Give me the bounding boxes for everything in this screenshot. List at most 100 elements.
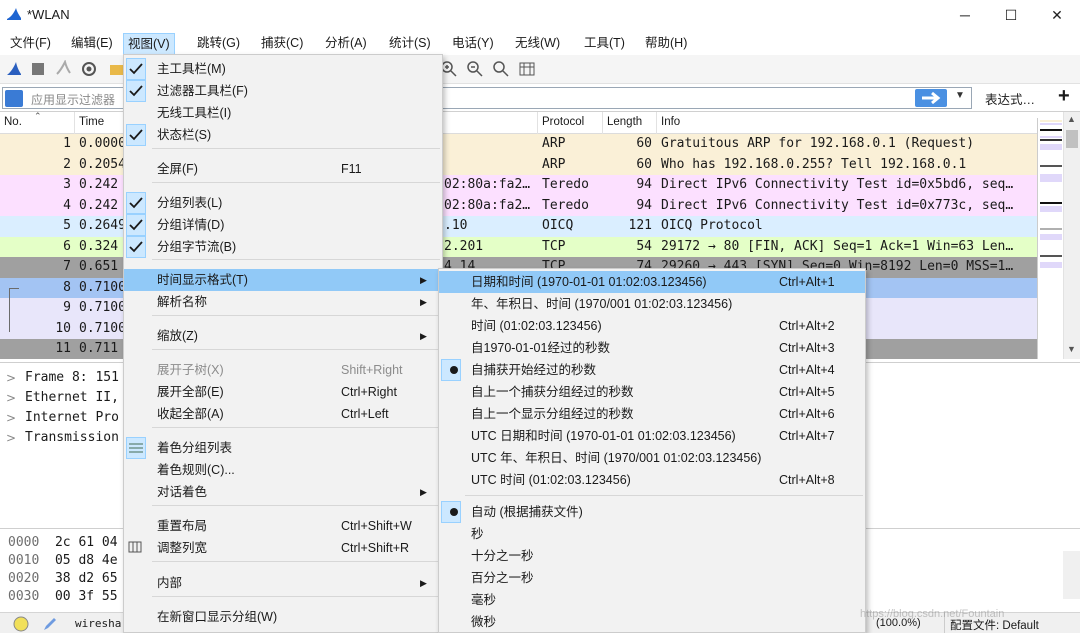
bytes-row[interactable]: 0010 05 d8 4e bbox=[8, 552, 118, 570]
view-menu-item[interactable]: 展开子树(X) Shift+Right bbox=[124, 359, 442, 381]
column-separator[interactable] bbox=[74, 112, 75, 134]
view-menu-item[interactable]: 缩放(Z) ▶ bbox=[124, 325, 442, 347]
time-format-option[interactable]: UTC 日期和时间 (1970-01-01 01:02:03.123456) Ct… bbox=[439, 425, 865, 447]
column-separator[interactable] bbox=[656, 112, 657, 134]
view-menu-item[interactable]: 对话着色 ▶ bbox=[124, 481, 442, 503]
bytes-row[interactable]: 0020 38 d2 65 bbox=[8, 570, 118, 588]
column-header-length[interactable]: Length bbox=[607, 116, 642, 128]
menu-help[interactable]: 帮助(H) bbox=[641, 33, 691, 55]
minimap-stripe bbox=[1040, 120, 1062, 122]
view-menu-item[interactable]: 无线工具栏(I) bbox=[124, 102, 442, 124]
menu-wireless[interactable]: 无线(W) bbox=[511, 33, 564, 55]
minimize-button[interactable]: ─ bbox=[942, 0, 988, 30]
apply-filter-arrow-icon[interactable] bbox=[915, 89, 947, 107]
view-menu-item[interactable]: 在新窗口显示分组(W) bbox=[124, 606, 442, 628]
expand-caret-icon[interactable]: > bbox=[6, 428, 16, 448]
time-format-option[interactable]: UTC 年、年积日、时间 (1970/001 01:02:03.123456) bbox=[439, 447, 865, 469]
menu-tools[interactable]: 工具(T) bbox=[580, 33, 629, 55]
view-menu-item[interactable]: 全屏(F) F11 bbox=[124, 158, 442, 180]
cell-time: 0.711 bbox=[79, 341, 119, 356]
filter-history-dropdown-icon[interactable]: ▼ bbox=[955, 90, 965, 101]
expression-button[interactable]: 表达式… bbox=[985, 89, 1035, 108]
scroll-down-icon[interactable]: ▼ bbox=[1067, 344, 1076, 354]
time-format-option[interactable]: 微秒 bbox=[439, 611, 865, 632]
menu-statistics[interactable]: 统计(S) bbox=[385, 33, 435, 55]
cell-length: 94 bbox=[636, 177, 652, 192]
capture-options-icon[interactable] bbox=[80, 60, 98, 78]
packet-list-scrollbar[interactable]: ▲ ▼ bbox=[1063, 112, 1080, 359]
cell-time: 0.0000 bbox=[79, 136, 126, 151]
time-format-option[interactable]: 日期和时间 (1970-01-01 01:02:03.123456) Ctrl+A… bbox=[439, 271, 865, 293]
view-menu-item[interactable]: 分组字节流(B) bbox=[124, 236, 442, 258]
scrollbar-thumb[interactable] bbox=[1066, 130, 1078, 148]
packet-minimap[interactable] bbox=[1037, 118, 1063, 359]
stop-capture-icon[interactable] bbox=[29, 60, 47, 78]
minimap-stripe bbox=[1040, 227, 1062, 230]
menu-go[interactable]: 跳转(G) bbox=[193, 33, 244, 55]
view-menu-item[interactable]: 状态栏(S) bbox=[124, 124, 442, 146]
time-format-option[interactable]: 自上一个显示分组经过的秒数 Ctrl+Alt+6 bbox=[439, 403, 865, 425]
column-header-time[interactable]: Time bbox=[79, 116, 104, 128]
menu-item-shortcut: Ctrl+Alt+8 bbox=[779, 473, 835, 487]
menu-edit[interactable]: 编辑(E) bbox=[67, 33, 117, 55]
zoom-out-icon[interactable] bbox=[466, 60, 484, 78]
view-menu-item[interactable]: 分组列表(L) bbox=[124, 192, 442, 214]
view-menu-item[interactable]: 调整列宽 Ctrl+Shift+R bbox=[124, 537, 442, 559]
add-filter-button[interactable]: + bbox=[1058, 85, 1070, 108]
menu-capture[interactable]: 捕获(C) bbox=[257, 33, 307, 55]
time-format-option[interactable]: 时间 (01:02:03.123456) Ctrl+Alt+2 bbox=[439, 315, 865, 337]
resize-columns-icon[interactable] bbox=[518, 60, 536, 78]
restart-capture-icon[interactable] bbox=[54, 60, 72, 78]
time-format-option[interactable]: UTC 时间 (01:02:03.123456) Ctrl+Alt+8 bbox=[439, 469, 865, 491]
maximize-button[interactable]: ☐ bbox=[988, 0, 1034, 30]
menu-item-shortcut: F11 bbox=[341, 162, 362, 176]
view-menu-item[interactable]: 分组详情(D) bbox=[124, 214, 442, 236]
view-menu-item[interactable]: 解析名称 ▶ bbox=[124, 291, 442, 313]
column-header-no[interactable]: No. bbox=[4, 116, 22, 128]
view-menu-item[interactable]: 着色规则(C)... bbox=[124, 459, 442, 481]
scroll-up-icon[interactable]: ▲ bbox=[1067, 114, 1076, 124]
view-menu-item[interactable]: 着色分组列表 bbox=[124, 437, 442, 459]
wireshark-fin-icon bbox=[7, 8, 21, 20]
column-separator[interactable] bbox=[602, 112, 603, 134]
column-header-protocol[interactable]: Protocol bbox=[542, 116, 584, 128]
close-button[interactable]: ✕ bbox=[1034, 0, 1080, 30]
cell-no: 3 bbox=[63, 177, 71, 192]
menu-file[interactable]: 文件(F) bbox=[6, 33, 55, 55]
view-menu-item[interactable]: 收起全部(A) Ctrl+Left bbox=[124, 403, 442, 425]
time-format-option[interactable]: 年、年积日、时间 (1970/001 01:02:03.123456) bbox=[439, 293, 865, 315]
bytes-row[interactable]: 0030 00 3f 55 bbox=[8, 588, 118, 606]
bookmark-icon[interactable] bbox=[5, 90, 23, 107]
bytes-row[interactable]: 0000 2c 61 04 bbox=[8, 534, 118, 552]
cell-no: 7 bbox=[63, 259, 71, 274]
time-format-option[interactable]: 自1970-01-01经过的秒数 Ctrl+Alt+3 bbox=[439, 337, 865, 359]
menu-item-shortcut: Ctrl+Alt+5 bbox=[779, 385, 835, 399]
view-menu-item[interactable]: 过滤器工具栏(F) bbox=[124, 80, 442, 102]
time-format-option[interactable]: 自捕获开始经过的秒数 Ctrl+Alt+4 bbox=[439, 359, 865, 381]
edit-comment-icon[interactable] bbox=[42, 616, 58, 632]
menu-telephony[interactable]: 电话(Y) bbox=[448, 33, 498, 55]
expand-caret-icon[interactable]: > bbox=[6, 408, 16, 428]
menu-analyze[interactable]: 分析(A) bbox=[321, 33, 371, 55]
expand-caret-icon[interactable]: > bbox=[6, 388, 16, 408]
view-menu-item[interactable]: 内部 ▶ bbox=[124, 572, 442, 594]
time-format-option[interactable]: 自动 (根据捕获文件) bbox=[439, 501, 865, 523]
time-format-option[interactable]: 百分之一秒 bbox=[439, 567, 865, 589]
view-menu-item[interactable]: 展开全部(E) Ctrl+Right bbox=[124, 381, 442, 403]
time-format-option[interactable]: 十分之一秒 bbox=[439, 545, 865, 567]
column-separator[interactable] bbox=[537, 112, 538, 134]
zoom-reset-icon[interactable] bbox=[492, 60, 510, 78]
bytes-scrollbar[interactable] bbox=[1063, 551, 1080, 599]
time-format-option[interactable]: 毫秒 bbox=[439, 589, 865, 611]
expand-caret-icon[interactable]: > bbox=[6, 368, 16, 388]
view-menu-item[interactable]: 时间显示格式(T) ▶ bbox=[124, 269, 442, 291]
menu-view[interactable]: 视图(V) bbox=[123, 33, 175, 55]
menu-item-shortcut: Shift+Right bbox=[341, 363, 403, 377]
time-format-option[interactable]: 自上一个捕获分组经过的秒数 Ctrl+Alt+5 bbox=[439, 381, 865, 403]
time-format-option[interactable]: 秒 bbox=[439, 523, 865, 545]
view-menu-item[interactable]: 重置布局 Ctrl+Shift+W bbox=[124, 515, 442, 537]
view-menu-item[interactable]: 主工具栏(M) bbox=[124, 58, 442, 80]
start-capture-icon[interactable] bbox=[5, 60, 23, 78]
column-header-info[interactable]: Info bbox=[661, 116, 680, 128]
expert-info-icon[interactable] bbox=[12, 616, 30, 632]
